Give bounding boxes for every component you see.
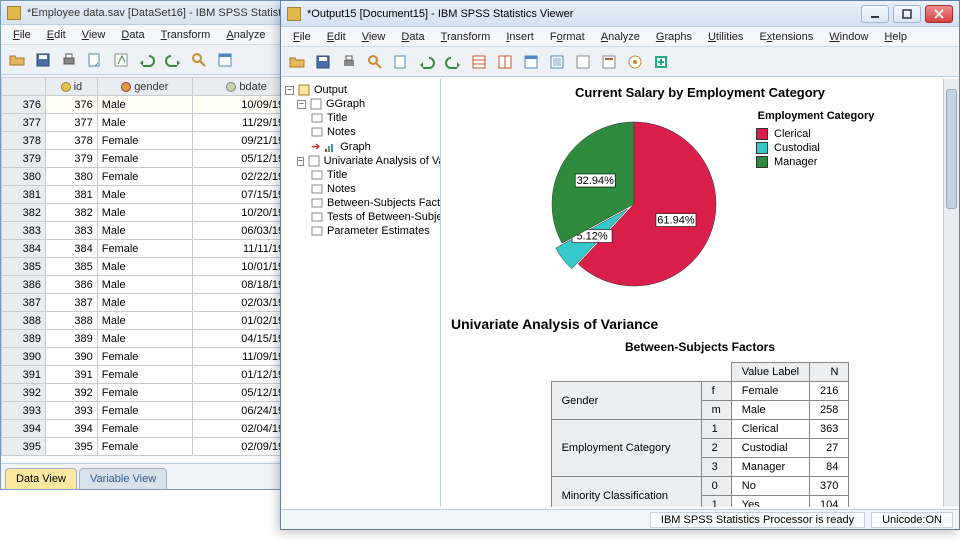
svg-text:32.94%: 32.94% [577,175,615,187]
viewer-menubar: File Edit View Data Transform Insert For… [281,27,959,47]
menu-analyze[interactable]: Analyze [595,29,646,45]
legend-item: Custodial [756,142,876,154]
viewer-titlebar[interactable]: *Output15 [Document15] - IBM SPSS Statis… [281,1,959,27]
group-header: Employment Category [551,420,701,477]
pie-label: 32.94% [575,174,615,187]
table-row[interactable]: Minority Classification0No370 [551,477,849,496]
find-icon[interactable] [187,48,211,72]
group-header: Gender [551,382,701,420]
col-id[interactable]: id [46,78,98,96]
group-header: Minority Classification [551,477,701,508]
recall-icon[interactable] [83,48,107,72]
svg-text:61.94%: 61.94% [657,215,695,227]
menu-help[interactable]: Help [878,29,913,45]
maximize-button[interactable] [893,5,921,23]
chart-title: Current Salary by Employment Category [451,85,949,100]
tab-variable-view[interactable]: Variable View [79,468,167,489]
insert-title-icon[interactable] [597,50,621,74]
menu-window[interactable]: Window [823,29,874,45]
menu-edit[interactable]: Edit [41,27,72,43]
tree-ggraph-notes[interactable]: Notes [283,125,438,139]
export-icon[interactable] [389,50,413,74]
menu-extensions[interactable]: Extensions [753,29,819,45]
window-controls [861,5,953,23]
designate-window-icon[interactable] [649,50,673,74]
menu-view[interactable]: View [356,29,392,45]
minimize-button[interactable] [861,5,889,23]
tree-anova[interactable]: −Univariate Analysis of Variance [283,154,438,168]
insert-text-icon[interactable] [571,50,595,74]
pie-label: 61.94% [656,214,696,227]
pie-chart[interactable]: 61.94%5.12%32.94% [524,104,744,304]
menu-view[interactable]: View [76,27,112,43]
tree-anova-tests[interactable]: Tests of Between-Subjects [283,210,438,224]
tree-anova-notes[interactable]: Notes [283,182,438,196]
tree-anova-factors[interactable]: Between-Subjects Factors [283,196,438,210]
open-icon[interactable] [5,48,29,72]
tree-root[interactable]: −Output [283,83,438,97]
print-icon[interactable] [57,48,81,72]
viewer-title: *Output15 [Document15] - IBM SPSS Statis… [307,8,573,20]
anova-heading: Univariate Analysis of Variance [451,316,949,332]
chart-legend: Employment Category Clerical Custodial Man… [756,104,876,170]
menu-format[interactable]: Format [544,29,591,45]
tree-ggraph[interactable]: −GGraph [283,97,438,111]
close-button[interactable] [925,5,953,23]
menu-file[interactable]: File [7,27,37,43]
tree-ggraph-graph[interactable]: ➔Graph [283,139,438,154]
spss-app-icon [7,6,21,20]
legend-title: Employment Category [756,110,876,122]
viewer-statusbar: IBM SPSS Statistics Processor is ready U… [281,509,959,529]
select-icon[interactable] [545,50,569,74]
menu-utilities[interactable]: Utilities [702,29,749,45]
variables-icon[interactable] [519,50,543,74]
spss-app-icon [287,7,301,21]
col-value-label: Value Label [731,363,809,382]
status-unicode: Unicode:ON [871,512,953,528]
output-viewer-window: *Output15 [Document15] - IBM SPSS Statis… [280,0,960,530]
scrollbar-thumb[interactable] [946,89,957,209]
menu-graphs[interactable]: Graphs [650,29,698,45]
col-n: N [810,363,849,382]
tree-anova-title[interactable]: Title [283,168,438,182]
variables-icon[interactable] [213,48,237,72]
menu-data[interactable]: Data [115,27,150,43]
vertical-scrollbar[interactable] [943,79,959,507]
row-header-corner [2,78,46,96]
menu-file[interactable]: File [287,29,317,45]
viewer-toolbar [281,47,959,77]
redo-icon[interactable] [161,48,185,72]
table-row[interactable]: GenderfFemale216 [551,382,849,401]
output-outline-tree[interactable]: −Output −GGraph Title Notes ➔Graph −Univ… [281,79,441,507]
print-preview-icon[interactable] [363,50,387,74]
goto-data-icon[interactable] [467,50,491,74]
menu-transform[interactable]: Transform [155,27,217,43]
tree-anova-params[interactable]: Parameter Estimates [283,224,438,238]
goto-icon[interactable] [109,48,133,72]
redo-icon[interactable] [441,50,465,74]
undo-icon[interactable] [135,48,159,72]
legend-item: Clerical [756,128,876,140]
col-gender[interactable]: gender [97,78,192,96]
menu-analyze[interactable]: Analyze [220,27,271,43]
print-icon[interactable] [337,50,361,74]
menu-data[interactable]: Data [395,29,430,45]
menu-insert[interactable]: Insert [500,29,540,45]
factors-heading: Between-Subjects Factors [451,340,949,354]
menu-transform[interactable]: Transform [435,29,497,45]
open-icon[interactable] [285,50,309,74]
tree-ggraph-title[interactable]: Title [283,111,438,125]
run-icon[interactable] [623,50,647,74]
menu-edit[interactable]: Edit [321,29,352,45]
tab-data-view[interactable]: Data View [5,468,77,489]
legend-item: Manager [756,156,876,168]
goto-case-icon[interactable] [493,50,517,74]
table-row[interactable]: Employment Category1Clerical363 [551,420,849,439]
factors-table[interactable]: Value Label N GenderfFemale216mMale258Em… [551,362,850,507]
save-icon[interactable] [31,48,55,72]
save-icon[interactable] [311,50,335,74]
output-canvas[interactable]: Current Salary by Employment Category 61… [441,79,959,507]
status-processor: IBM SPSS Statistics Processor is ready [650,512,865,528]
undo-icon[interactable] [415,50,439,74]
